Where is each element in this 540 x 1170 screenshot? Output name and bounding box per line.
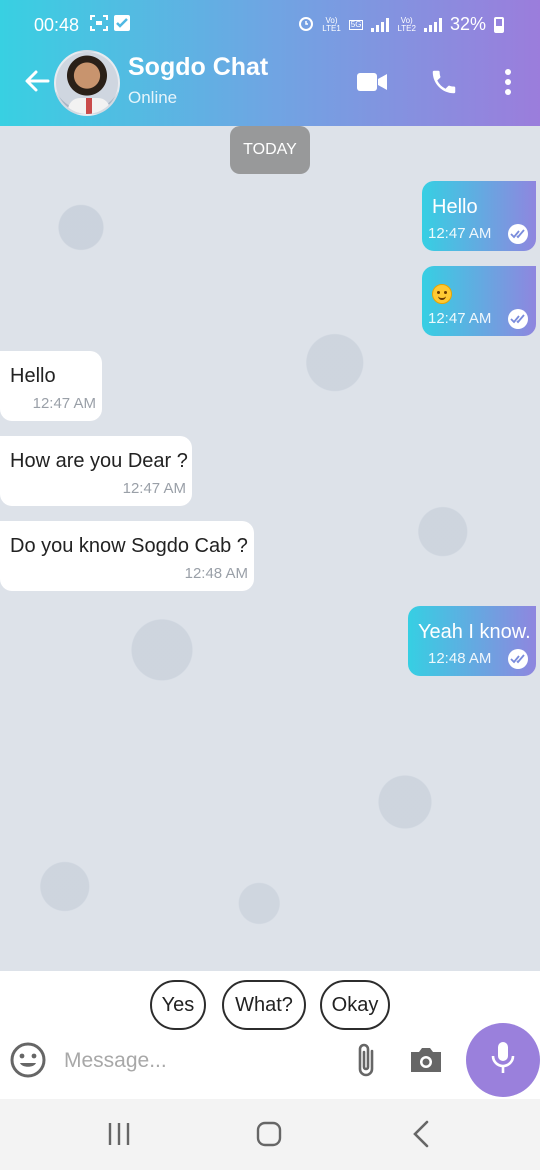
double-check-icon <box>508 649 528 669</box>
double-check-icon <box>508 224 528 244</box>
signal-icon-2 <box>423 17 442 32</box>
message-outgoing[interactable]: Yeah I know. 12:48 AM <box>408 606 536 676</box>
mic-button[interactable] <box>466 1023 540 1097</box>
online-status: Online <box>128 88 178 107</box>
message-incoming[interactable]: How are you Dear ? 12:47 AM <box>0 436 192 506</box>
battery-percent: 32% <box>449 14 486 34</box>
message-time: 12:47 AM <box>428 310 492 327</box>
message-text: Yeah I know. <box>418 621 531 643</box>
quick-reply-yes[interactable]: Yes <box>150 980 206 1030</box>
chat-header: 00:48 Vo) LTE1 5G Vo) LTE2 32% Sogdo Chat … <box>0 0 540 126</box>
screenshot-icon <box>90 15 108 34</box>
message-time: 12:48 AM <box>428 650 492 667</box>
quick-reply-what[interactable]: What? <box>222 980 306 1030</box>
more-vert-icon[interactable] <box>492 66 524 98</box>
double-check-icon <box>508 309 528 329</box>
network-lte1: Vo) LTE1 <box>322 15 341 33</box>
signal-icon <box>371 17 390 32</box>
mic-icon <box>490 1041 516 1080</box>
recent-apps-icon[interactable] <box>102 1119 136 1149</box>
message-outgoing[interactable]: 12:47 AM <box>422 266 536 336</box>
status-indicators: Vo) LTE1 5G Vo) LTE2 32% <box>298 14 504 35</box>
message-incoming[interactable]: Do you know Sogdo Cab ? 12:48 AM <box>0 521 254 591</box>
attach-icon[interactable] <box>352 1041 382 1079</box>
avatar[interactable] <box>54 50 120 116</box>
message-outgoing[interactable]: Hello 12:47 AM <box>422 181 536 251</box>
chat-title[interactable]: Sogdo Chat <box>128 53 268 82</box>
home-icon[interactable] <box>252 1119 286 1149</box>
composer-area: Yes What? Okay <box>0 971 540 1099</box>
video-call-icon[interactable] <box>356 66 388 98</box>
smiling-face-emoji <box>432 284 452 304</box>
message-time: 12:47 AM <box>122 480 186 497</box>
check-box-icon <box>114 15 130 34</box>
message-time: 12:47 AM <box>428 225 492 242</box>
message-time: 12:47 AM <box>32 395 96 412</box>
phone-icon[interactable] <box>428 66 460 98</box>
alarm-icon <box>298 15 314 35</box>
network-lte2: Vo) LTE2 <box>397 15 416 33</box>
back-nav-icon[interactable] <box>404 1119 438 1149</box>
message-incoming[interactable]: Hello 12:47 AM <box>0 351 102 421</box>
quick-reply-okay[interactable]: Okay <box>320 980 390 1030</box>
emoji-icon[interactable] <box>9 1041 47 1079</box>
message-input[interactable] <box>64 1043 334 1079</box>
system-nav-bar <box>0 1099 540 1170</box>
status-bar: 00:48 Vo) LTE1 5G Vo) LTE2 32% <box>0 0 540 48</box>
network-5g: 5G <box>348 19 364 30</box>
message-text: Do you know Sogdo Cab ? <box>10 535 248 557</box>
status-time: 00:48 <box>34 15 80 35</box>
camera-icon[interactable] <box>408 1043 444 1077</box>
message-text: Hello <box>432 196 478 218</box>
battery-icon <box>494 16 504 33</box>
back-arrow-icon[interactable] <box>22 66 52 96</box>
date-divider: TODAY <box>230 126 310 174</box>
message-text: Hello <box>10 365 56 387</box>
message-time: 12:48 AM <box>184 565 248 582</box>
message-text: How are you Dear ? <box>10 450 188 472</box>
message-list[interactable]: TODAY Hello 12:47 AM 12:47 AM Hello 12:4… <box>0 126 540 971</box>
